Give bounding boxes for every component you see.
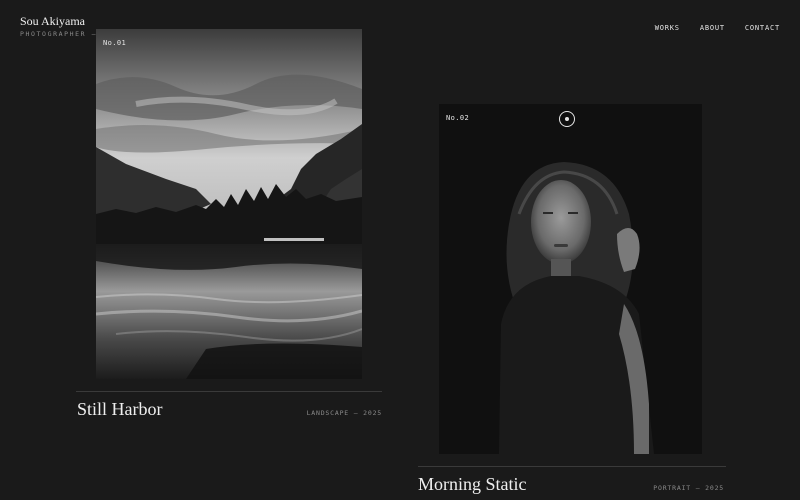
landscape-image xyxy=(96,29,362,379)
custom-cursor-icon xyxy=(559,111,575,127)
divider xyxy=(418,466,726,467)
divider xyxy=(76,391,382,392)
work-2-number: No.02 xyxy=(446,114,470,122)
work-1-title[interactable]: Still Harbor xyxy=(77,399,163,420)
brand-name[interactable]: Sou Akiyama xyxy=(20,14,130,28)
work-2-meta: PORTRAIT — 2025 xyxy=(653,484,724,492)
nav-works[interactable]: WORKS xyxy=(655,24,680,32)
nav-about[interactable]: ABOUT xyxy=(700,24,725,32)
nav-contact[interactable]: CONTACT xyxy=(745,24,780,32)
work-1-meta: LANDSCAPE — 2025 xyxy=(306,409,382,417)
work-1-number: No.01 xyxy=(103,39,127,47)
work-2-title[interactable]: Morning Static xyxy=(418,474,527,495)
work-2-photo[interactable]: No.02 xyxy=(439,104,702,454)
portrait-image xyxy=(439,104,702,454)
work-1-photo[interactable]: No.01 xyxy=(96,29,362,379)
main-nav: WORKS ABOUT CONTACT xyxy=(655,24,780,32)
